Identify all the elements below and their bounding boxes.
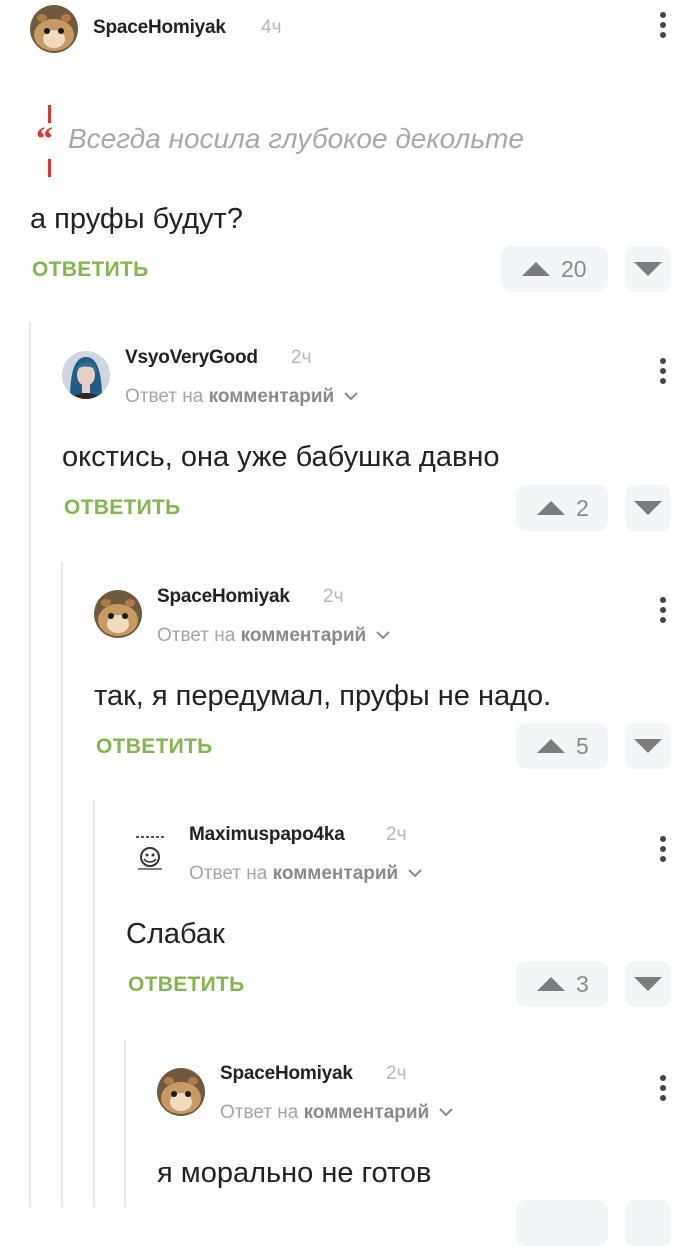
more-options-icon[interactable]	[658, 1075, 668, 1105]
quote-icon: “	[36, 105, 53, 177]
avatar[interactable]	[157, 1068, 205, 1116]
vote-count: 3	[576, 970, 589, 997]
reply-to-link[interactable]: Ответ на комментарий	[189, 863, 422, 885]
username[interactable]: SpaceHomiyak	[93, 17, 226, 39]
thread-line-level-2	[61, 562, 63, 1207]
reply-to-link[interactable]: Ответ на комментарий	[125, 386, 358, 408]
timestamp: 2ч	[386, 1063, 407, 1084]
reply-button[interactable]: ОТВЕТИТЬ	[32, 258, 149, 282]
thread-line-level-3	[93, 800, 95, 1207]
comment-text: так, я передумал, пруфы не надо.	[94, 680, 552, 712]
reply-button[interactable]: ОТВЕТИТЬ	[64, 496, 181, 520]
vote-count: 5	[576, 732, 589, 759]
arrow-down-icon	[634, 977, 662, 991]
timestamp: 2ч	[291, 347, 312, 368]
comment-text: окстись, она уже бабушка давно	[62, 441, 500, 473]
downvote-button[interactable]	[625, 246, 671, 292]
thread-line-level-4	[124, 1040, 126, 1207]
thread-line-level-1	[29, 322, 31, 1207]
svg-text:“: “	[36, 121, 53, 158]
username[interactable]: Maximuspapo4ka	[189, 824, 345, 846]
reply-to-link[interactable]: Ответ на комментарий	[220, 1102, 453, 1124]
more-options-icon[interactable]	[658, 836, 668, 866]
arrow-down-icon	[634, 739, 662, 753]
downvote-button[interactable]	[625, 485, 671, 531]
reply-button[interactable]: ОТВЕТИТЬ	[96, 735, 213, 759]
arrow-down-icon	[634, 501, 662, 515]
chevron-down-icon	[343, 392, 358, 401]
downvote-button[interactable]	[625, 723, 671, 769]
timestamp: 4ч	[261, 17, 282, 38]
downvote-button[interactable]	[625, 961, 671, 1007]
username[interactable]: VsyoVeryGood	[125, 347, 258, 369]
more-options-icon[interactable]	[658, 597, 668, 627]
chevron-down-icon	[438, 1108, 453, 1117]
chevron-down-icon	[407, 869, 422, 878]
avatar[interactable]	[30, 5, 78, 53]
arrow-up-icon	[537, 501, 565, 515]
avatar[interactable]	[126, 829, 174, 877]
vote-count: 20	[561, 255, 587, 282]
upvote-button[interactable]: 3	[516, 961, 608, 1007]
more-options-icon[interactable]	[658, 12, 668, 42]
arrow-up-icon	[522, 262, 550, 276]
arrow-up-icon	[537, 977, 565, 991]
timestamp: 2ч	[323, 586, 344, 607]
arrow-up-icon	[537, 739, 565, 753]
reply-button[interactable]: ОТВЕТИТЬ	[128, 973, 245, 997]
upvote-button[interactable]: 2	[516, 485, 608, 531]
upvote-button[interactable]: 20	[501, 246, 608, 292]
upvote-button[interactable]: 5	[516, 723, 608, 769]
quoted-text: Всегда носила глубокое декольте	[68, 123, 524, 154]
comment-text: я морально не готов	[157, 1157, 432, 1189]
comment-text: а пруфы будут?	[30, 203, 243, 235]
avatar[interactable]	[94, 590, 142, 638]
comment-text: Слабак	[126, 918, 225, 950]
username[interactable]: SpaceHomiyak	[157, 586, 290, 608]
timestamp: 2ч	[386, 824, 407, 845]
vote-count: 2	[576, 494, 589, 521]
reply-to-link[interactable]: Ответ на комментарий	[157, 625, 390, 647]
more-options-icon[interactable]	[658, 358, 668, 388]
chevron-down-icon	[375, 631, 390, 640]
arrow-down-icon	[634, 262, 662, 276]
username[interactable]: SpaceHomiyak	[220, 1063, 353, 1085]
avatar[interactable]	[62, 351, 110, 399]
